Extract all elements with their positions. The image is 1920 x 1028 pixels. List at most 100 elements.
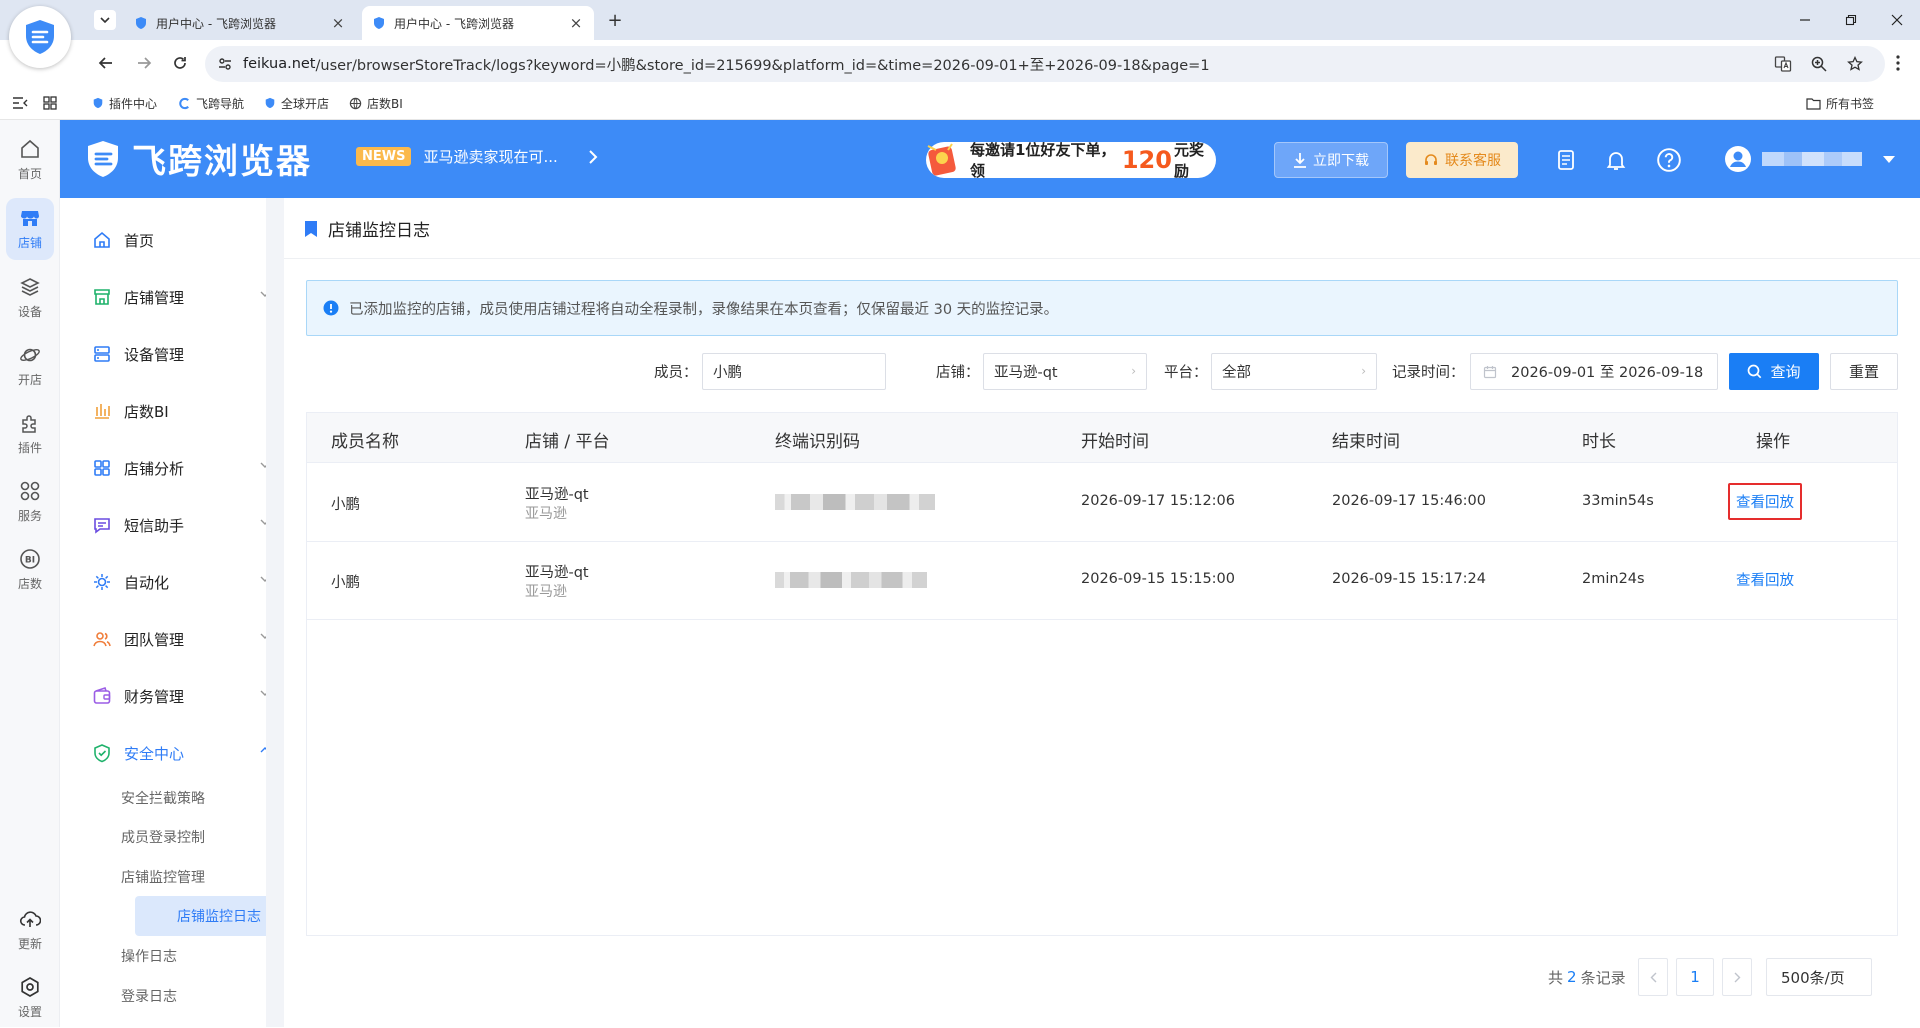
translate-button[interactable] bbox=[1773, 54, 1793, 74]
browser-tab-bar: 用户中心 - 飞跨浏览器 × 用户中心 - 飞跨浏览器 × + bbox=[0, 0, 1920, 40]
message-icon bbox=[94, 518, 110, 534]
member-filter-label: 成员： bbox=[654, 364, 698, 381]
next-page-button[interactable] bbox=[1722, 958, 1752, 996]
browser-tab-2[interactable]: 用户中心 - 飞跨浏览器 × bbox=[362, 6, 594, 40]
bookmark-star-button[interactable] bbox=[1845, 54, 1865, 74]
cell-start-time: 2026-09-17 15:12:06 bbox=[1081, 493, 1235, 509]
all-bookmarks-button[interactable]: 所有书签 bbox=[1806, 94, 1874, 112]
sidebar-subitem-login-control[interactable]: 成员登录控制 bbox=[60, 817, 266, 857]
document-icon[interactable] bbox=[1554, 148, 1578, 172]
rail-label: 设备 bbox=[17, 305, 42, 319]
platform-filter-select[interactable]: 全部 › bbox=[1211, 353, 1377, 390]
reload-icon bbox=[174, 57, 186, 69]
terminal-id-redacted bbox=[775, 494, 935, 510]
bookmark-feikua-nav[interactable]: 飞跨导航 bbox=[178, 94, 244, 112]
rail-item-store-bi[interactable]: BI 店数 bbox=[0, 540, 60, 600]
bookmark-store-bi[interactable]: 店数BI bbox=[349, 94, 403, 112]
url-field[interactable]: feikua.net/user/browserStoreTrack/logs?k… bbox=[205, 46, 1885, 82]
close-window-button[interactable] bbox=[1874, 6, 1920, 34]
site-info-button[interactable] bbox=[215, 54, 235, 74]
view-replay-link[interactable]: 查看回放 bbox=[1728, 483, 1802, 520]
rail-item-open-store[interactable]: 开店 bbox=[0, 336, 60, 396]
page-title-bar: 店铺监控日志 bbox=[304, 216, 430, 241]
bookmarks-bar: 插件中心 飞跨导航 全球开店 店数BI 所有书签 bbox=[0, 86, 1920, 120]
feikua-favicon-icon bbox=[136, 17, 146, 29]
news-ticker[interactable]: NEWS 亚马逊卖家现在可... bbox=[356, 146, 598, 167]
bookmark-global-store[interactable]: 全球开店 bbox=[264, 94, 329, 112]
rail-label: 更新 bbox=[17, 937, 42, 951]
browser-tab-1[interactable]: 用户中心 - 飞跨浏览器 × bbox=[124, 6, 356, 40]
sidebar-toggle-button[interactable] bbox=[12, 94, 28, 112]
bookmark-plugin-center[interactable]: 插件中心 bbox=[92, 94, 157, 112]
prev-page-button[interactable] bbox=[1638, 958, 1668, 996]
member-filter-input[interactable]: 小鹏 bbox=[702, 353, 886, 390]
close-tab-icon[interactable]: × bbox=[568, 14, 584, 32]
pager-total-post: 条记录 bbox=[1580, 968, 1626, 987]
invite-promo-banner[interactable]: 每邀请1位好友下单，领 120 元奖励 bbox=[926, 141, 1216, 180]
page-size-value: 500条/页 bbox=[1781, 968, 1845, 987]
view-replay-link[interactable]: 查看回放 bbox=[1736, 569, 1794, 590]
restore-icon bbox=[1845, 14, 1857, 26]
more-vertical-icon bbox=[1896, 55, 1900, 71]
sidebar-subitem-label: 安全拦截策略 bbox=[121, 791, 205, 807]
sidebar-subitem-login-log[interactable]: 登录日志 bbox=[60, 976, 266, 1016]
caret-down-icon bbox=[1883, 155, 1895, 163]
query-button[interactable]: 查询 bbox=[1729, 353, 1819, 390]
user-menu[interactable] bbox=[1724, 145, 1896, 173]
column-header-member: 成员名称 bbox=[331, 432, 399, 452]
sidebar-subitem-operation-log[interactable]: 操作日志 bbox=[60, 936, 266, 976]
info-icon bbox=[323, 300, 339, 316]
reset-button[interactable]: 重置 bbox=[1830, 353, 1898, 390]
sidebar-menu: 首页 店铺管理 设备管理 店数BI 店铺分析 短信助手 自动化 团队管理 财务管… bbox=[60, 198, 310, 1027]
restore-button[interactable] bbox=[1828, 6, 1874, 34]
rail-item-device[interactable]: 设备 bbox=[0, 268, 60, 328]
apps-button[interactable] bbox=[43, 94, 57, 112]
time-range-value: 2026-09-01 至 2026-09-18 bbox=[1511, 365, 1704, 381]
page-number-button[interactable]: 1 bbox=[1676, 958, 1714, 996]
chevron-right-icon bbox=[589, 149, 598, 164]
pagination-total: 共 2 条记录 bbox=[1548, 958, 1626, 996]
column-header-action: 操作 bbox=[1756, 432, 1790, 452]
rail-item-store[interactable]: 店铺 bbox=[6, 198, 54, 260]
zoom-button[interactable] bbox=[1809, 54, 1829, 74]
calendar-icon bbox=[1483, 365, 1497, 378]
tab-list-button[interactable] bbox=[94, 10, 116, 30]
time-range-picker[interactable]: 2026-09-01 至 2026-09-18 bbox=[1470, 353, 1718, 390]
help-icon[interactable] bbox=[1656, 147, 1682, 173]
bookmark-flag-icon bbox=[305, 220, 317, 237]
page-size-select[interactable]: 500条/页 bbox=[1766, 958, 1872, 996]
rail-item-update[interactable]: 更新 bbox=[0, 900, 60, 960]
bell-icon[interactable] bbox=[1604, 148, 1628, 172]
cell-member: 小鹏 bbox=[331, 575, 360, 591]
info-notice: 已添加监控的店铺，成员使用店铺过程将自动全程录制，录像结果在本页查看；仅保留最近… bbox=[306, 280, 1898, 336]
rail-item-home[interactable]: 首页 bbox=[0, 130, 60, 190]
zoom-in-icon bbox=[1811, 56, 1827, 72]
grid-icon bbox=[94, 460, 110, 476]
layout-gutter bbox=[266, 198, 284, 1027]
feikua-favicon-icon bbox=[93, 97, 103, 109]
url-path: /user/browserStoreTrack/logs?keyword=小鹏&… bbox=[315, 57, 1210, 74]
username-redacted bbox=[1762, 152, 1862, 166]
close-tab-icon[interactable]: × bbox=[330, 14, 346, 32]
sidebar-subitem-store-monitor-management[interactable]: 店铺监控管理 bbox=[60, 857, 266, 897]
promo-amount: 120 bbox=[1121, 146, 1172, 174]
sidebar-item-label: 店铺分析 bbox=[124, 459, 185, 478]
brand-logo[interactable]: 飞跨浏览器 bbox=[82, 134, 312, 183]
store-filter-select[interactable]: 亚马逊-qt › bbox=[983, 353, 1147, 390]
minimize-button[interactable] bbox=[1782, 6, 1828, 34]
minimize-icon bbox=[1800, 19, 1810, 21]
rail-label: 首页 bbox=[17, 167, 42, 181]
sidebar-subitem-security-policy[interactable]: 安全拦截策略 bbox=[60, 778, 266, 818]
all-bookmarks-label: 所有书签 bbox=[1826, 96, 1875, 111]
rail-item-service[interactable]: 服务 bbox=[0, 472, 60, 532]
reload-button[interactable] bbox=[170, 53, 190, 73]
contact-support-button[interactable]: 联系客服 bbox=[1406, 142, 1518, 178]
forward-button[interactable] bbox=[134, 53, 154, 73]
rail-item-plugin[interactable]: 插件 bbox=[0, 404, 60, 464]
rail-item-settings[interactable]: 设置 bbox=[0, 968, 60, 1028]
back-button[interactable] bbox=[96, 53, 116, 73]
tab-title: 用户中心 - 飞跨浏览器 bbox=[394, 16, 514, 31]
browser-menu-button[interactable] bbox=[1888, 53, 1908, 73]
new-tab-button[interactable]: + bbox=[604, 9, 626, 31]
download-button[interactable]: 立即下载 bbox=[1274, 142, 1388, 178]
